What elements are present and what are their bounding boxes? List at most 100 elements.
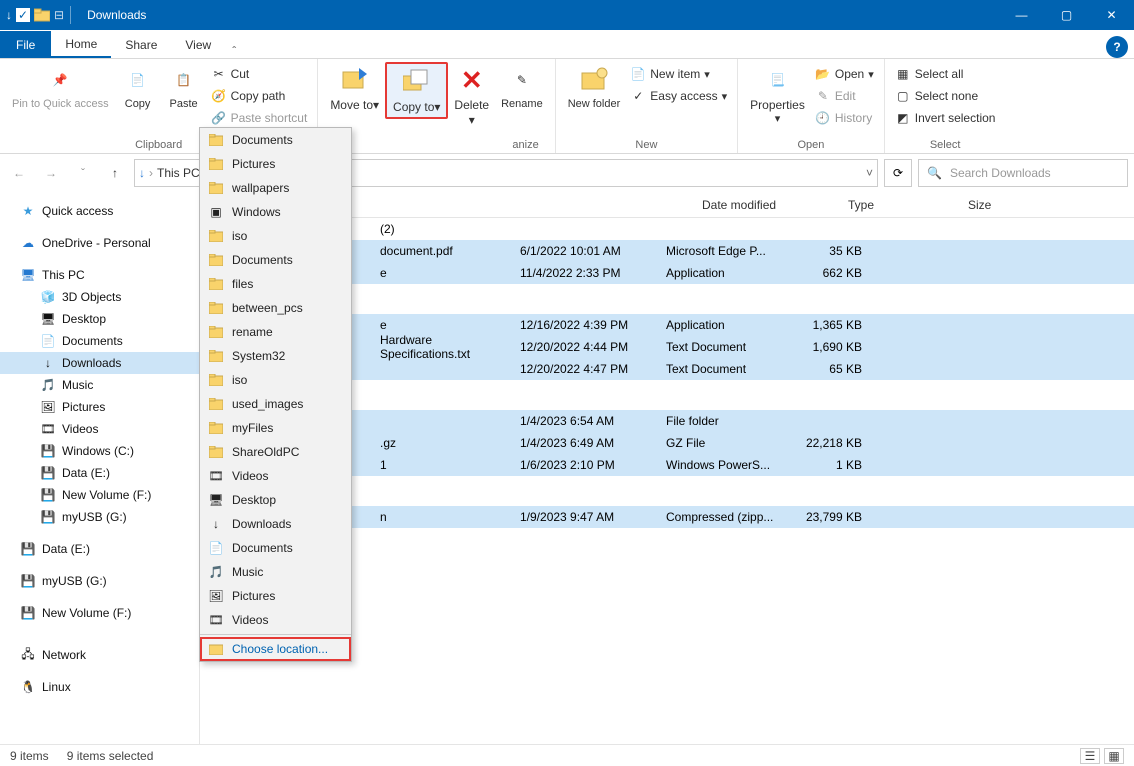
refresh-button[interactable]: ⟳ xyxy=(884,159,912,187)
paste-shortcut-button[interactable]: 🔗Paste shortcut xyxy=(207,108,312,128)
dropdown-item[interactable]: Pictures xyxy=(200,152,351,176)
recent-locations-button[interactable]: ˇ xyxy=(70,160,96,186)
edit-button[interactable]: ✎Edit xyxy=(811,86,878,106)
maximize-button[interactable]: ▢ xyxy=(1044,0,1089,30)
delete-button[interactable]: ✕Delete▾ xyxy=(448,62,495,130)
col-type[interactable]: Type xyxy=(840,198,960,212)
main-area: ★Quick access ☁OneDrive - Personal 🖥This… xyxy=(0,192,1134,744)
down-arrow-icon[interactable]: ↓ xyxy=(6,8,12,22)
sidebar-item-data-e-[interactable]: 💾Data (E:) xyxy=(0,462,199,484)
sidebar-item-pictures[interactable]: 🖼Pictures xyxy=(0,396,199,418)
invert-selection-button[interactable]: ◩Invert selection xyxy=(891,108,1000,128)
new-item-button[interactable]: 📄New item ▾ xyxy=(626,64,731,84)
dropdown-item[interactable]: iso xyxy=(200,224,351,248)
properties-button[interactable]: 📃Properties▾ xyxy=(744,62,811,128)
open-button[interactable]: 📂Open ▾ xyxy=(811,64,878,84)
chevron-right-icon[interactable]: › xyxy=(145,166,157,180)
rename-button[interactable]: ✎Rename xyxy=(495,62,549,113)
dropdown-item[interactable]: between_pcs xyxy=(200,296,351,320)
view-details-button[interactable]: ☰ xyxy=(1080,748,1100,764)
sidebar-drive[interactable]: 💾myUSB (G:) xyxy=(0,570,199,592)
folder-icon xyxy=(208,420,224,436)
sidebar-item-myusb-g-[interactable]: 💾myUSB (G:) xyxy=(0,506,199,528)
paste-button[interactable]: 📋Paste xyxy=(161,62,207,113)
sidebar-item-downloads[interactable]: ↓Downloads xyxy=(0,352,199,374)
qat-dropdown-icon[interactable]: ⊟ xyxy=(54,8,64,22)
sidebar-linux[interactable]: 🐧Linux xyxy=(0,676,199,698)
sidebar-item-desktop[interactable]: 🖥Desktop xyxy=(0,308,199,330)
sidebar-item-windows-c-[interactable]: 💾Windows (C:) xyxy=(0,440,199,462)
pin-button[interactable]: 📌Pin to Quick access xyxy=(6,62,115,113)
sidebar-network[interactable]: 🖧Network xyxy=(0,644,199,666)
dropdown-item[interactable]: rename xyxy=(200,320,351,344)
dropdown-item[interactable]: 🎞Videos xyxy=(200,608,351,632)
title-bar: ↓ ✓ ⊟ Downloads — ▢ ✕ xyxy=(0,0,1134,30)
tab-view[interactable]: View xyxy=(171,31,225,58)
paste-icon: 📋 xyxy=(168,64,200,96)
folder-icon xyxy=(208,276,224,292)
col-size[interactable]: Size xyxy=(960,198,1036,212)
dropdown-item[interactable]: Documents xyxy=(200,248,351,272)
address-dropdown-icon[interactable]: ˅ xyxy=(866,166,873,180)
col-date[interactable]: Date modified xyxy=(694,198,840,212)
up-button[interactable]: ↑ xyxy=(102,160,128,186)
dropdown-item[interactable]: ▣Windows xyxy=(200,200,351,224)
help-icon[interactable]: ? xyxy=(1106,36,1128,58)
folder-icon xyxy=(208,156,224,172)
move-to-button[interactable]: Move to▾ xyxy=(324,62,385,115)
copy-to-button[interactable]: Copy to▾ xyxy=(385,62,448,119)
dropdown-item[interactable]: used_images xyxy=(200,392,351,416)
copy-path-icon: 🧭 xyxy=(211,88,227,104)
minimize-button[interactable]: — xyxy=(999,0,1044,30)
search-placeholder: Search Downloads xyxy=(950,166,1051,180)
select-none-button[interactable]: ▢Select none xyxy=(891,86,1000,106)
checkbox-icon[interactable]: ✓ xyxy=(16,8,30,22)
dropdown-item[interactable]: System32 xyxy=(200,344,351,368)
sidebar-item-new-volume-f-[interactable]: 💾New Volume (F:) xyxy=(0,484,199,506)
dropdown-item[interactable]: myFiles xyxy=(200,416,351,440)
choose-location-item[interactable]: Choose location... xyxy=(200,637,351,661)
tab-home[interactable]: Home xyxy=(51,31,111,58)
back-button[interactable]: ← xyxy=(6,160,32,186)
new-folder-button[interactable]: New folder xyxy=(562,62,627,113)
dropdown-item[interactable]: 🎞Videos xyxy=(200,464,351,488)
dropdown-item[interactable]: 🎵Music xyxy=(200,560,351,584)
search-input[interactable]: 🔍 Search Downloads xyxy=(918,159,1128,187)
history-button[interactable]: 🕘History xyxy=(811,108,878,128)
collapse-ribbon-icon[interactable]: ˆ xyxy=(225,44,243,58)
ribbon-group-new: New folder 📄New item ▾ ✓Easy access ▾ Ne… xyxy=(556,59,738,153)
drive-icon: 💾 xyxy=(20,573,36,589)
edit-icon: ✎ xyxy=(815,88,831,104)
sidebar-item-music[interactable]: 🎵Music xyxy=(0,374,199,396)
breadcrumb-seg[interactable]: This PC xyxy=(157,166,200,180)
dropdown-item[interactable]: files xyxy=(200,272,351,296)
sidebar-this-pc[interactable]: 🖥This PC xyxy=(0,264,199,286)
sidebar-drive[interactable]: 💾Data (E:) xyxy=(0,538,199,560)
copy-path-button[interactable]: 🧭Copy path xyxy=(207,86,312,106)
dropdown-item[interactable]: iso xyxy=(200,368,351,392)
dropdown-item[interactable]: 📄Documents xyxy=(200,536,351,560)
copy-button[interactable]: 📄Copy xyxy=(115,62,161,113)
sidebar-item-3d-objects[interactable]: 🧊3D Objects xyxy=(0,286,199,308)
sidebar-item-documents[interactable]: 📄Documents xyxy=(0,330,199,352)
dropdown-item[interactable]: wallpapers xyxy=(200,176,351,200)
dropdown-item[interactable]: 🖥Desktop xyxy=(200,488,351,512)
sidebar-item-videos[interactable]: 🎞Videos xyxy=(0,418,199,440)
dropdown-item[interactable]: Documents xyxy=(200,128,351,152)
file-tab[interactable]: File xyxy=(0,31,51,58)
easy-access-button[interactable]: ✓Easy access ▾ xyxy=(626,86,731,106)
forward-button[interactable]: → xyxy=(38,160,64,186)
pin-icon: 📌 xyxy=(44,64,76,96)
tab-share[interactable]: Share xyxy=(111,31,171,58)
select-all-button[interactable]: ▦Select all xyxy=(891,64,1000,84)
cut-button[interactable]: ✂Cut xyxy=(207,64,312,84)
dropdown-item[interactable]: ↓Downloads xyxy=(200,512,351,536)
close-button[interactable]: ✕ xyxy=(1089,0,1134,30)
sidebar-drive[interactable]: 💾New Volume (F:) xyxy=(0,602,199,624)
dropdown-item[interactable]: ShareOldPC xyxy=(200,440,351,464)
search-icon: 🔍 xyxy=(927,166,942,180)
sidebar-quick-access[interactable]: ★Quick access xyxy=(0,200,199,222)
sidebar-onedrive[interactable]: ☁OneDrive - Personal xyxy=(0,232,199,254)
dropdown-item[interactable]: 🖼Pictures xyxy=(200,584,351,608)
view-large-button[interactable]: ▦ xyxy=(1104,748,1124,764)
